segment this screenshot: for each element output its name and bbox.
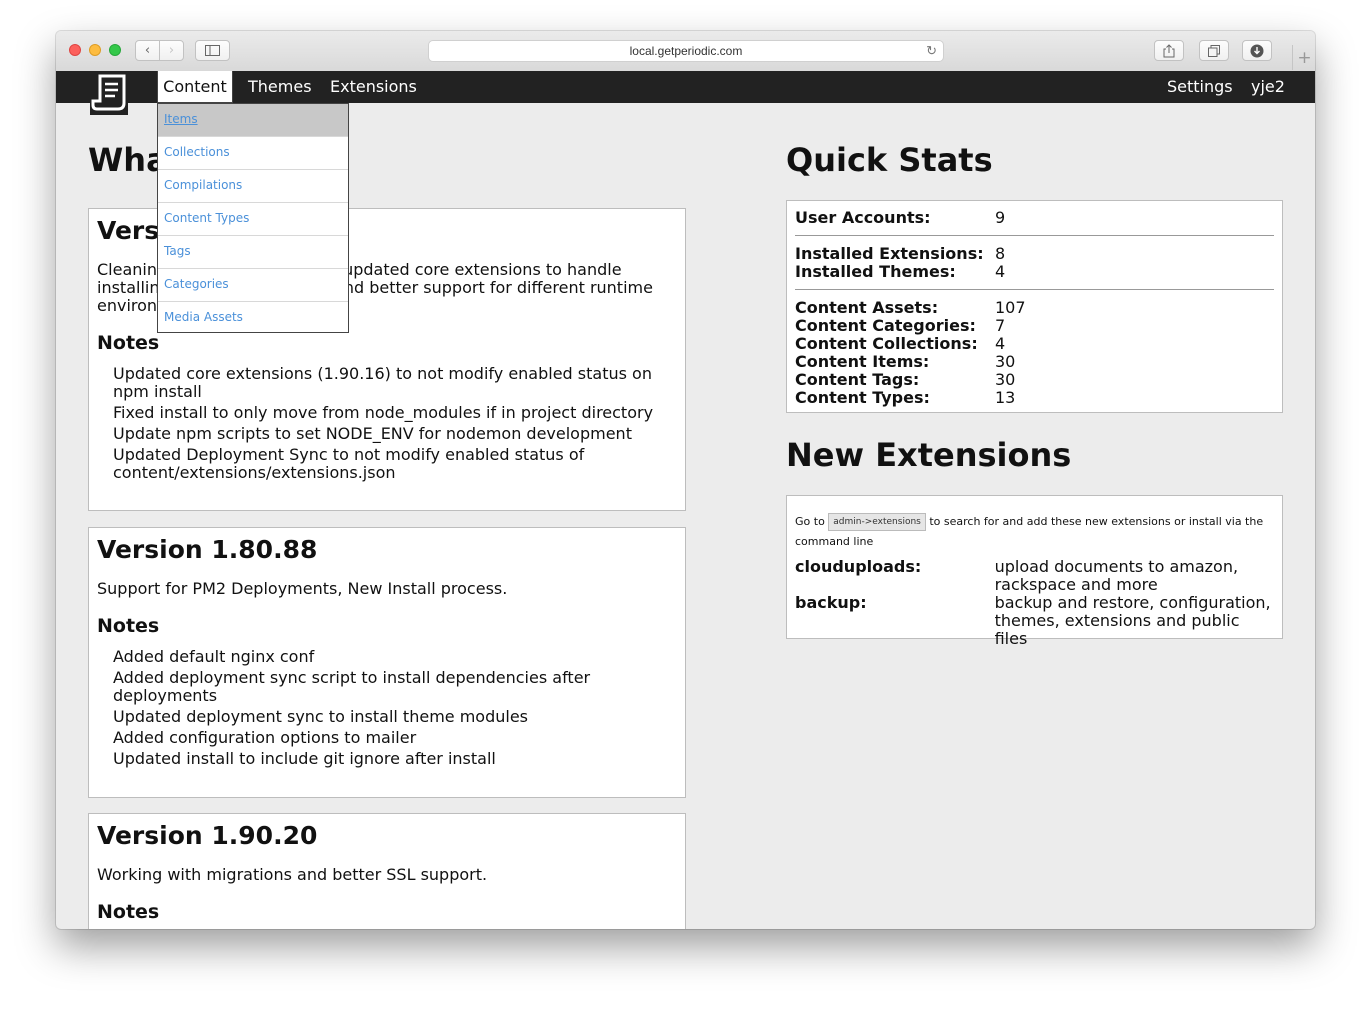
quick-stats-title: Quick Stats xyxy=(786,141,993,179)
extension-row: backup: backup and restore, configuration… xyxy=(795,594,1274,648)
extension-name: backup: xyxy=(795,593,867,612)
browser-toolbar: ‹ › local.getperiodic.com ↻ + xyxy=(56,31,1315,72)
dropdown-item-media-assets[interactable]: Media Assets xyxy=(158,302,348,335)
stat-value: 4 xyxy=(995,334,1006,353)
forward-button[interactable]: › xyxy=(159,40,184,61)
stat-value: 13 xyxy=(995,388,1016,407)
quick-stats-card: User Accounts: 9 Installed Extensions: 8 I… xyxy=(786,200,1283,413)
stat-value: 30 xyxy=(995,352,1016,371)
note-item: Added default nginx conf xyxy=(113,647,315,666)
close-window-button[interactable] xyxy=(69,44,81,56)
extension-name: clouduploads: xyxy=(795,557,922,576)
dropdown-item-tags[interactable]: Tags xyxy=(158,236,348,269)
stat-row: Content Categories: 7 xyxy=(795,317,1274,335)
extension-description: backup and restore, configuration, theme… xyxy=(994,593,1271,648)
chevron-left-icon: ‹ xyxy=(144,43,151,58)
notes-heading: Notes xyxy=(97,615,160,637)
version-title: Version 1.90.20 xyxy=(97,821,318,850)
plus-icon: + xyxy=(1297,47,1312,68)
version-title: Version 1.80.88 xyxy=(97,535,318,564)
stat-label: Content Tags: xyxy=(795,370,920,389)
note-item: Updated core extensions (1.90.16) to not… xyxy=(113,364,652,401)
back-button[interactable]: ‹ xyxy=(135,40,160,61)
stat-row: Content Collections: 4 xyxy=(795,335,1274,353)
new-extensions-card: Go to admin->extensions to search for an… xyxy=(786,495,1283,648)
app-navbar: Content Themes Extensions Settings yje2 xyxy=(56,71,1315,115)
stat-row: Content Assets: 107 xyxy=(795,299,1274,317)
stat-row: Content Types: 13 xyxy=(795,389,1274,407)
note-item: Fixed install to only move from node_mod… xyxy=(113,403,654,422)
dropdown-item-collections[interactable]: Collections xyxy=(158,137,348,170)
stat-row: User Accounts: 9 xyxy=(795,209,1274,227)
stat-label: Content Items: xyxy=(795,352,930,371)
browser-window: ‹ › local.getperiodic.com ↻ + Content Th… xyxy=(56,31,1315,929)
chevron-right-icon: › xyxy=(168,43,175,58)
dropdown-item-items[interactable]: Items xyxy=(158,104,348,137)
download-icon xyxy=(1250,44,1264,57)
nav-settings[interactable]: Settings xyxy=(1167,71,1233,103)
notes-list: Added default nginx conf Added deploymen… xyxy=(97,648,677,768)
note-item: Update npm scripts to set NODE_ENV for n… xyxy=(113,424,632,443)
show-tabs-button[interactable] xyxy=(1199,40,1229,61)
dropdown-item-categories[interactable]: Categories xyxy=(158,269,348,302)
note-item: Added deployment sync script to install … xyxy=(113,668,591,705)
notes-heading: Notes xyxy=(97,901,160,923)
new-tab-button[interactable]: + xyxy=(1292,45,1315,70)
note-item: Added configuration options to mailer xyxy=(113,728,417,747)
stat-value: 30 xyxy=(995,370,1016,389)
share-button[interactable] xyxy=(1154,40,1184,61)
stat-label: Content Assets: xyxy=(795,298,939,317)
stat-row: Content Tags: 30 xyxy=(795,371,1274,389)
stat-label: User Accounts: xyxy=(795,208,931,227)
dropdown-item-content-types[interactable]: Content Types xyxy=(158,203,348,236)
notes-list: Updated core extensions (1.90.16) to not… xyxy=(97,365,677,482)
nav-extensions[interactable]: Extensions xyxy=(330,71,417,103)
version-card: Version 1.90.20 Working with migrations … xyxy=(88,813,686,929)
stat-value: 8 xyxy=(995,244,1006,263)
stat-row: Installed Themes: 4 xyxy=(795,263,1274,281)
stat-value: 4 xyxy=(995,262,1006,281)
stat-label: Installed Extensions: xyxy=(795,244,984,263)
dropdown-item-compilations[interactable]: Compilations xyxy=(158,170,348,203)
stat-value: 107 xyxy=(995,298,1026,317)
url-text: local.getperiodic.com xyxy=(629,44,743,58)
share-icon xyxy=(1163,43,1175,57)
extension-row: clouduploads: upload documents to amazon,… xyxy=(795,558,1274,594)
note-item: Updated Deployment Sync to not modify en… xyxy=(113,445,585,482)
stat-divider xyxy=(795,235,1274,236)
stat-divider xyxy=(795,289,1274,290)
nav-themes[interactable]: Themes xyxy=(248,71,312,103)
version-card: Version 1.80.88 Support for PM2 Deployme… xyxy=(88,527,686,798)
address-bar[interactable]: local.getperiodic.com ↻ xyxy=(428,40,944,62)
tabs-icon xyxy=(1208,44,1220,57)
reload-icon[interactable]: ↻ xyxy=(926,43,937,59)
stat-label: Installed Themes: xyxy=(795,262,956,281)
admin-extensions-link[interactable]: admin->extensions xyxy=(828,513,926,531)
note-item: Updated deployment sync to install theme… xyxy=(113,707,528,726)
downloads-button[interactable] xyxy=(1242,40,1272,61)
stat-label: Content Collections: xyxy=(795,334,978,353)
stat-label: Content Types: xyxy=(795,388,930,407)
stat-row: Installed Extensions: 8 xyxy=(795,245,1274,263)
periodic-logo-icon[interactable] xyxy=(90,73,128,115)
version-description: Working with migrations and better SSL s… xyxy=(97,865,488,884)
zoom-window-button[interactable] xyxy=(109,44,121,56)
intro-prefix: Go to xyxy=(795,515,825,528)
extension-description: upload documents to amazon, rackspace an… xyxy=(994,557,1239,594)
nav-user[interactable]: yje2 xyxy=(1251,71,1285,103)
sidebar-toggle-button[interactable] xyxy=(195,40,230,61)
version-description: Support for PM2 Deployments, New Install… xyxy=(97,579,508,598)
new-extensions-title: New Extensions xyxy=(786,436,1072,474)
note-item: Updated install to include git ignore af… xyxy=(113,749,496,768)
stat-value: 7 xyxy=(995,316,1006,335)
stat-label: Content Categories: xyxy=(795,316,976,335)
extensions-intro: Go to admin->extensions to search for an… xyxy=(795,512,1274,552)
minimize-window-button[interactable] xyxy=(89,44,101,56)
nav-content[interactable]: Content xyxy=(157,71,233,103)
stat-value: 9 xyxy=(995,208,1006,227)
sidebar-icon xyxy=(205,45,220,56)
stat-row: Content Items: 30 xyxy=(795,353,1274,371)
content-dropdown-menu: Items Collections Compilations Content T… xyxy=(157,103,349,333)
